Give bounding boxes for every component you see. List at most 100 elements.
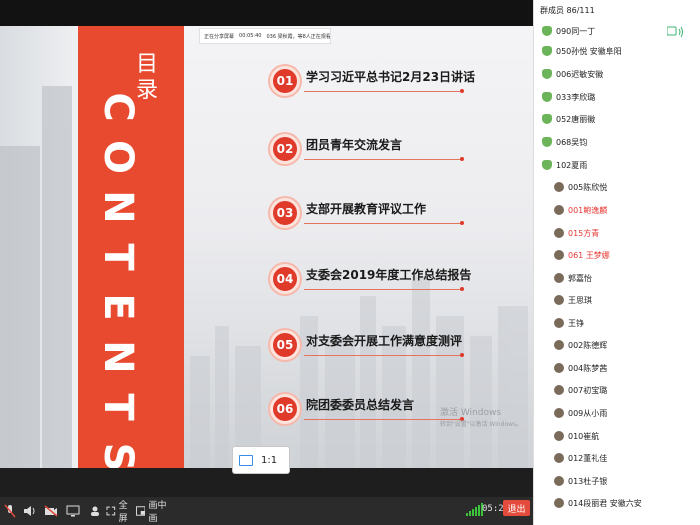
avatar: [554, 182, 564, 192]
member-name: 郭嘉怡: [568, 273, 592, 283]
sharing-duration: 00:05:40: [239, 33, 262, 39]
member-item[interactable]: 015方青: [554, 224, 599, 242]
exit-button[interactable]: 退出: [503, 500, 530, 516]
member-name: 王思琪: [568, 295, 592, 305]
member-name: 004陈梦茜: [568, 363, 608, 373]
agenda-divider: [304, 89, 464, 93]
member-item[interactable]: 012董礼佳: [554, 449, 607, 467]
member-item[interactable]: 002陈德辉: [554, 336, 607, 354]
agenda-label: 学习习近平总书记2月23日讲话: [306, 70, 476, 84]
avatar: [554, 273, 564, 283]
pip-button[interactable]: 画中画: [136, 501, 174, 524]
member-item[interactable]: 010崔航: [554, 427, 599, 445]
agenda-divider: [304, 157, 464, 161]
agenda-divider: [304, 287, 464, 291]
member-item[interactable]: 050孙悦 安徽阜阳: [542, 42, 622, 60]
member-name: 010崔航: [568, 431, 600, 441]
avatar: [554, 431, 564, 441]
member-item[interactable]: 033李欣璐: [542, 88, 595, 106]
agenda-divider: [304, 221, 464, 225]
avatar: [554, 318, 564, 328]
member-item[interactable]: 068吴钧: [542, 133, 587, 151]
speaker-button[interactable]: [20, 501, 40, 521]
top-bar: [0, 0, 533, 26]
member-name: 009从小雨: [568, 408, 608, 418]
member-name: 015方青: [568, 228, 600, 238]
speaker-icon: [24, 506, 35, 516]
avatar: [554, 385, 564, 395]
fullscreen-label: 全屏: [118, 501, 128, 524]
member-item[interactable]: 014段丽君 安徽六安: [554, 494, 642, 512]
member-name: 王铮: [568, 318, 584, 328]
avatar: [554, 295, 564, 305]
user-icon: [542, 26, 552, 36]
member-name: 068吴钧: [556, 137, 588, 147]
member-name: 013杜子银: [568, 476, 608, 486]
mic-muted-icon: [4, 504, 16, 518]
user-icon: [542, 114, 552, 124]
camera-off-button[interactable]: [40, 501, 62, 521]
member-item[interactable]: 001鲍逸麟: [554, 201, 607, 219]
member-item[interactable]: 102夏雨: [542, 156, 587, 174]
member-item[interactable]: 郭嘉怡: [554, 269, 592, 287]
member-item[interactable]: 007初宝璐: [554, 381, 607, 399]
agenda-number-badge: 04: [270, 264, 300, 294]
aspect-ratio-button[interactable]: 1:1: [232, 446, 290, 474]
member-item[interactable]: 090同一丁: [542, 22, 595, 40]
windows-activation-watermark: 激活 Windows 转到"设置"以激活 Windows。: [440, 408, 523, 428]
member-name: 061 王梦娜: [568, 250, 610, 260]
agenda-item: 04 支委会2019年度工作总结报告: [268, 264, 472, 294]
agenda-number-badge: 05: [270, 330, 300, 360]
member-item[interactable]: 005陈欣悦: [554, 178, 607, 196]
fullscreen-icon: [106, 506, 116, 516]
avatar: [554, 498, 564, 508]
member-item[interactable]: 009从小雨: [554, 404, 607, 422]
member-item[interactable]: 006迟敏安徽: [542, 65, 603, 83]
agenda-item: 03 支部开展教育评议工作: [268, 198, 468, 228]
avatar: [554, 340, 564, 350]
agenda-divider: [304, 353, 464, 357]
user-icon: [542, 137, 552, 147]
member-panel: 群成员 86/111 090同一丁 050孙悦 安徽阜阳 006迟敏安徽 033李欣璐…: [533, 0, 700, 525]
member-name: 006迟敏安徽: [556, 69, 604, 79]
aspect-ratio-label: 1:1: [261, 454, 278, 466]
slide-title-english: CO NT EN TS: [95, 92, 141, 468]
screen-share-window: 目 录 CO NT EN TS 正在分享屏幕 00:05:40 036 梁秋霞，…: [0, 0, 700, 525]
agenda-number-badge: 01: [270, 66, 300, 96]
agenda-label: 对支委会开展工作满意度测评: [306, 334, 463, 348]
agenda-item: 01 学习习近平总书记2月23日讲话: [268, 66, 475, 96]
share-screen-button[interactable]: [62, 501, 84, 521]
user-icon: [542, 92, 552, 102]
agenda-divider: [304, 417, 464, 421]
agenda-label: 团员青年交流发言: [306, 138, 403, 152]
member-item[interactable]: 王思琪: [554, 291, 592, 309]
agenda-label: 支委会2019年度工作总结报告: [306, 268, 472, 282]
signal-strength-icon: [466, 502, 483, 516]
member-name: 002陈德辉: [568, 340, 608, 350]
agenda-item: 06 院团委委员总结发言: [268, 394, 468, 424]
screen-share-icon: [66, 505, 80, 517]
members-icon: [91, 506, 99, 516]
avatar: [554, 250, 564, 260]
member-item[interactable]: 013杜子银: [554, 472, 607, 490]
member-name: 012董礼佳: [568, 453, 608, 463]
picture-in-picture-icon: [136, 506, 146, 516]
agenda-item: 05 对支委会开展工作满意度测评: [268, 330, 468, 360]
member-item[interactable]: 052唐丽徽: [542, 110, 595, 128]
avatar: [554, 363, 564, 373]
agenda-item: 02 团员青年交流发言: [268, 134, 468, 164]
user-icon: [542, 160, 552, 170]
member-item[interactable]: 王铮: [554, 314, 584, 332]
user-icon: [542, 46, 552, 56]
mic-muted-button[interactable]: [0, 501, 20, 521]
fullscreen-button[interactable]: 全屏: [106, 501, 136, 524]
agenda-number-badge: 06: [270, 394, 300, 424]
member-item[interactable]: 004陈梦茜: [554, 359, 607, 377]
members-button[interactable]: [84, 501, 106, 521]
member-item[interactable]: 061 王梦娜: [554, 246, 610, 264]
member-name: 052唐丽徽: [556, 114, 596, 124]
agenda-number-badge: 02: [270, 134, 300, 164]
member-name: 090同一丁: [556, 26, 596, 36]
avatar: [554, 228, 564, 238]
speaking-indicator-icon: [667, 26, 683, 38]
